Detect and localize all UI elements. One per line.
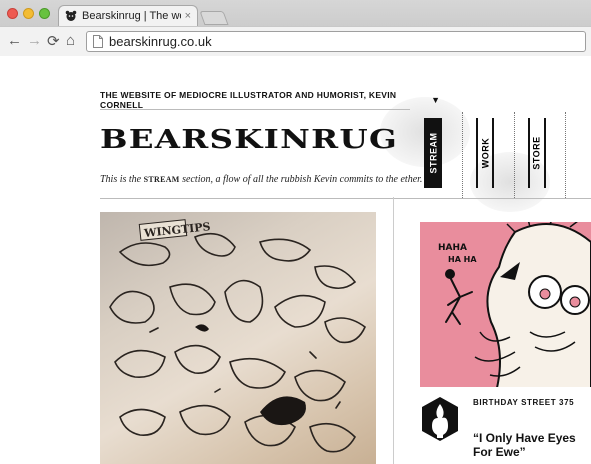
site-tagline-row: THE WEBSITE OF MEDIOCRE ILLUSTRATOR AND … [100,90,440,110]
nav-tab-label: STREAM [428,132,438,174]
back-icon[interactable]: ← [7,32,22,49]
dropdown-arrow-icon[interactable]: ▼ [431,95,440,105]
column-divider [393,197,394,464]
new-tab-button[interactable] [199,11,229,25]
browser-chrome: Bearskinrug | The website × ← → ⟳ ⌂ bear… [0,0,591,56]
tab-close-button[interactable]: × [185,10,191,22]
url-text[interactable]: bearskinrug.co.uk [109,34,212,49]
minimize-window-button[interactable] [23,8,34,19]
section-description: This is the STREAM section, a flow of al… [100,174,422,185]
forward-icon[interactable]: → [27,32,42,49]
stream-photo-shoes[interactable]: WINGTIPS [100,212,376,464]
entry-title[interactable]: “I Only Have Eyes For Ewe” [473,431,591,459]
home-icon[interactable]: ⌂ [66,32,75,49]
nav-tab-store[interactable]: STORE [514,112,566,198]
page-icon [93,35,103,48]
laugh-text: HAHA [438,243,467,253]
main-nav: STREAM WORK STORE [410,112,566,198]
laugh-text: HA HA [448,255,477,264]
web-page: THE WEBSITE OF MEDIOCRE ILLUSTRATOR AND … [0,57,591,464]
nav-tab-label: STORE [532,136,542,170]
zoom-window-button[interactable] [39,8,50,19]
close-window-button[interactable] [7,8,18,19]
nav-tab-box: STORE [528,118,546,188]
divider [514,112,515,198]
tab-title: Bearskinrug | The website [82,10,181,22]
divider [565,112,566,198]
reload-icon[interactable]: ⟳ [47,32,60,50]
entry-category-label[interactable]: BIRTHDAY STREET 375 [473,398,574,407]
desc-text-after: section, a flow of all the rubbish Kevin… [179,174,423,185]
stream-entry-fire-icon [422,397,458,441]
desc-text-before: This is the [100,174,144,185]
shoe-sketches-image: WINGTIPS [109,219,366,453]
address-bar[interactable]: bearskinrug.co.uk [86,31,586,52]
site-logo[interactable]: BEARSKINRUG [100,125,398,155]
nav-tab-stream[interactable]: STREAM [410,112,462,198]
divider [462,112,463,198]
browser-toolbar: ← → ⟳ ⌂ bearskinrug.co.uk [0,26,591,56]
desc-section-name: STREAM [143,175,180,184]
nav-tab-box: STREAM [424,118,442,188]
monster-illustration: HAHA HA HA [438,222,591,387]
nav-tab-box: WORK [476,118,494,188]
site-tagline: THE WEBSITE OF MEDIOCRE ILLUSTRATOR AND … [100,90,397,110]
divider [100,109,410,110]
nav-tab-label: WORK [480,137,490,169]
stream-illustration-monster[interactable]: HAHA HA HA [420,222,591,387]
bear-favicon [65,10,77,21]
browser-tab[interactable]: Bearskinrug | The website × [58,5,198,26]
divider [100,198,591,199]
nav-tab-work[interactable]: WORK [462,112,514,198]
